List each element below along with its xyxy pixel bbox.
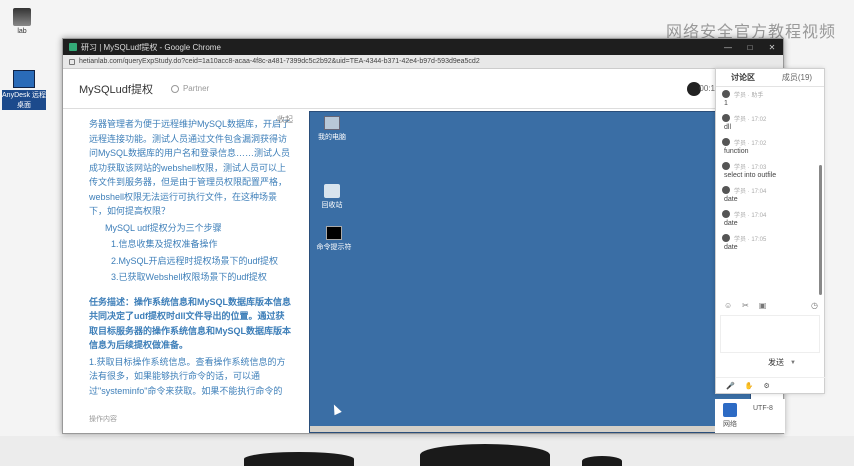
desktop-icon-label: AnyDesk 远程桌面: [2, 90, 46, 110]
steps-title: MySQL udf提权分为三个步骤: [105, 222, 222, 233]
desktop-icon-lab[interactable]: lab: [0, 8, 44, 35]
page-header: MySQLudf提权 Partner 00:1: [63, 69, 715, 109]
page-title: MySQLudf提权: [79, 83, 153, 96]
remote-icon-computer[interactable]: 我的电脑: [310, 116, 354, 142]
shadow-shape: [420, 444, 550, 466]
desktop-icon-label: lab: [17, 28, 27, 35]
window-title: 研习 | MySQLudf提权 - Google Chrome: [81, 42, 221, 52]
list-item: 学员 · 17:03 select into outfile: [722, 161, 814, 181]
step-item: 1.信息收集及提权准备操作: [111, 239, 218, 249]
avatar: [722, 162, 730, 170]
chat-scrollbar[interactable]: [819, 165, 822, 295]
network-icon[interactable]: [723, 403, 737, 417]
microphone-icon[interactable]: 🎤: [726, 382, 735, 390]
window-titlebar[interactable]: 研习 | MySQLudf提权 - Google Chrome — □ ✕: [63, 39, 783, 55]
message-text: dll: [724, 124, 732, 131]
message-user: 学员 · 17:04: [734, 188, 767, 195]
list-item: 学员 · 17:02 function: [722, 137, 814, 157]
remote-icon-recycle[interactable]: 回收站: [310, 184, 354, 210]
desktop-icon-anydesk[interactable]: AnyDesk 远程桌面: [2, 70, 46, 110]
remote-icon-cmd[interactable]: 命令提示符: [312, 226, 356, 252]
avatar: [722, 234, 730, 242]
monitor-icon: [13, 70, 35, 88]
remote-icon-label: 回收站: [321, 202, 343, 209]
history-icon[interactable]: ◷: [811, 301, 818, 310]
list-item: 学员 · 17:04 date: [722, 185, 814, 205]
timer-label: 00:1: [699, 84, 715, 93]
chat-input[interactable]: [720, 315, 820, 353]
remote-icon-label: 命令提示符: [316, 244, 352, 251]
send-label: 发送: [768, 358, 784, 367]
remote-icon-label: 我的电脑: [318, 134, 346, 141]
message-text: date: [724, 196, 738, 203]
message-user: 学员 · 17:05: [734, 236, 767, 243]
network-label: 网络: [723, 421, 737, 428]
scissors-icon[interactable]: ✂: [742, 301, 749, 310]
footer-label: 操作内容: [89, 415, 117, 423]
instructions-paragraph: 务器管理者为便于远程维护MySQL数据库，开启了远程连接功能。测试人员通过文件包…: [89, 119, 291, 216]
step-item: 2.MySQL开启远程时提权场景下的udf提权: [111, 255, 279, 266]
tab-discussion[interactable]: 讨论区: [716, 72, 770, 83]
recycle-bin-icon: [324, 184, 340, 198]
remote-taskbar[interactable]: [310, 426, 750, 432]
emoji-icon[interactable]: ☺: [724, 301, 732, 310]
bottom-strip: [0, 436, 854, 466]
message-text: date: [724, 244, 738, 251]
status-area: 网络 UTF-8: [715, 399, 785, 433]
remote-desktop[interactable]: 我的电脑 回收站 命令提示符: [309, 111, 751, 433]
gear-icon[interactable]: ⚙: [763, 382, 769, 390]
avatar: [722, 138, 730, 146]
shadow-shape: [244, 452, 354, 466]
url-text[interactable]: hetianlab.com/queryExpStudy.do?ceid=1a10…: [79, 58, 480, 65]
message-text: function: [724, 148, 749, 155]
shadow-shape: [582, 456, 622, 466]
message-text: 1: [724, 100, 728, 107]
message-user: 学员 · 17:03: [734, 164, 767, 171]
user-name: Partner: [182, 84, 210, 93]
task-sub: 1.获取目标操作系统信息。查看操作系统信息的方法有很多，如果能够执行命令的话，可…: [89, 356, 286, 396]
avatar: [722, 210, 730, 218]
terminal-icon: [326, 226, 342, 240]
tab-members[interactable]: 成员(19): [770, 72, 824, 83]
folder-icon: [13, 8, 31, 26]
encoding-label[interactable]: UTF-8: [753, 405, 773, 412]
maximize-button[interactable]: □: [739, 43, 761, 52]
chrome-window: 研习 | MySQLudf提权 - Google Chrome — □ ✕ he…: [62, 38, 785, 434]
message-text: date: [724, 220, 738, 227]
user-info[interactable]: Partner: [170, 84, 210, 93]
raise-hand-icon[interactable]: ✋: [745, 382, 754, 390]
message-user: 学员 · 17:02: [734, 140, 767, 147]
close-button[interactable]: ✕: [761, 43, 783, 52]
message-text: select into outfile: [724, 172, 777, 179]
chat-message-list[interactable]: 学员 · 助手 1 学员 · 17:02 dll 学员 · 17:02 func…: [716, 87, 820, 313]
message-user: 学员 · 17:04: [734, 212, 767, 219]
message-user: 学员 · 助手: [734, 92, 764, 99]
lock-icon: [69, 58, 75, 65]
user-icon: [170, 84, 179, 93]
instructions-panel: 收起 务器管理者为便于远程维护MySQL数据库，开启了远程连接功能。测试人员通过…: [67, 111, 299, 433]
list-item: 学员 · 17:02 dll: [722, 113, 814, 133]
address-bar[interactable]: hetianlab.com/queryExpStudy.do?ceid=1a10…: [63, 55, 783, 69]
computer-icon: [324, 116, 340, 130]
send-button[interactable]: 发送 ▼: [768, 357, 796, 368]
task-description: 任务描述：操作系统信息和MySQL数据库版本信息共同决定了udf提权时dll文件…: [89, 296, 292, 351]
minimize-button[interactable]: —: [717, 43, 739, 52]
collapse-button[interactable]: 收起: [277, 113, 293, 128]
list-item: 学员 · 17:04 date: [722, 209, 814, 229]
avatar: [722, 186, 730, 194]
chevron-down-icon[interactable]: ▼: [790, 360, 796, 366]
mouse-cursor-icon: [330, 402, 342, 416]
chat-panel: 讨论区 成员(19) 学员 · 助手 1 学员 · 17:02 dll 学员 ·…: [715, 68, 826, 394]
image-icon[interactable]: ▣: [759, 301, 767, 310]
favicon-icon: [69, 43, 77, 51]
step-item: 3.已获取Webshell权限场景下的udf提权: [111, 272, 267, 282]
chat-toolbar: ☺ ✂ ▣ ◷: [716, 297, 826, 313]
list-item: 学员 · 助手 1: [722, 89, 814, 109]
message-user: 学员 · 17:02: [734, 116, 767, 123]
list-item: 学员 · 17:05 date: [722, 233, 814, 253]
avatar: [722, 90, 730, 98]
avatar: [722, 114, 730, 122]
chat-tabs: 讨论区 成员(19): [716, 69, 824, 87]
chat-bottom-bar: 🎤 ✋ ⚙: [716, 377, 826, 393]
